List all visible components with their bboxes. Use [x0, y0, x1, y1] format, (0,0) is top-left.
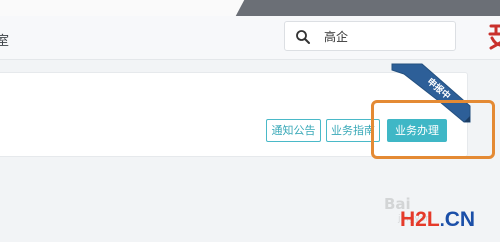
h2l-cn: CN — [444, 208, 476, 231]
nav-title-fragment[interactable]: 室 — [0, 30, 9, 49]
h2l-l: L — [426, 208, 440, 231]
brand-logo-icon — [488, 24, 500, 50]
browser-top-strip — [0, 0, 500, 16]
search-icon[interactable] — [295, 29, 311, 45]
highlight-box — [371, 100, 495, 159]
notice-button[interactable]: 通知公告 — [266, 119, 321, 142]
page: 室 高企 申报中 通知公告 业务指南 业务办理 Bai jingyan H2L.… — [0, 0, 500, 242]
browser-tab[interactable] — [0, 0, 232, 16]
search-input[interactable]: 高企 — [284, 21, 456, 51]
h2l-h: H — [400, 208, 416, 231]
h2l-site-logo: H2L.CN — [400, 208, 475, 232]
h2l-2: 2 — [415, 208, 427, 231]
search-value: 高企 — [324, 30, 349, 44]
